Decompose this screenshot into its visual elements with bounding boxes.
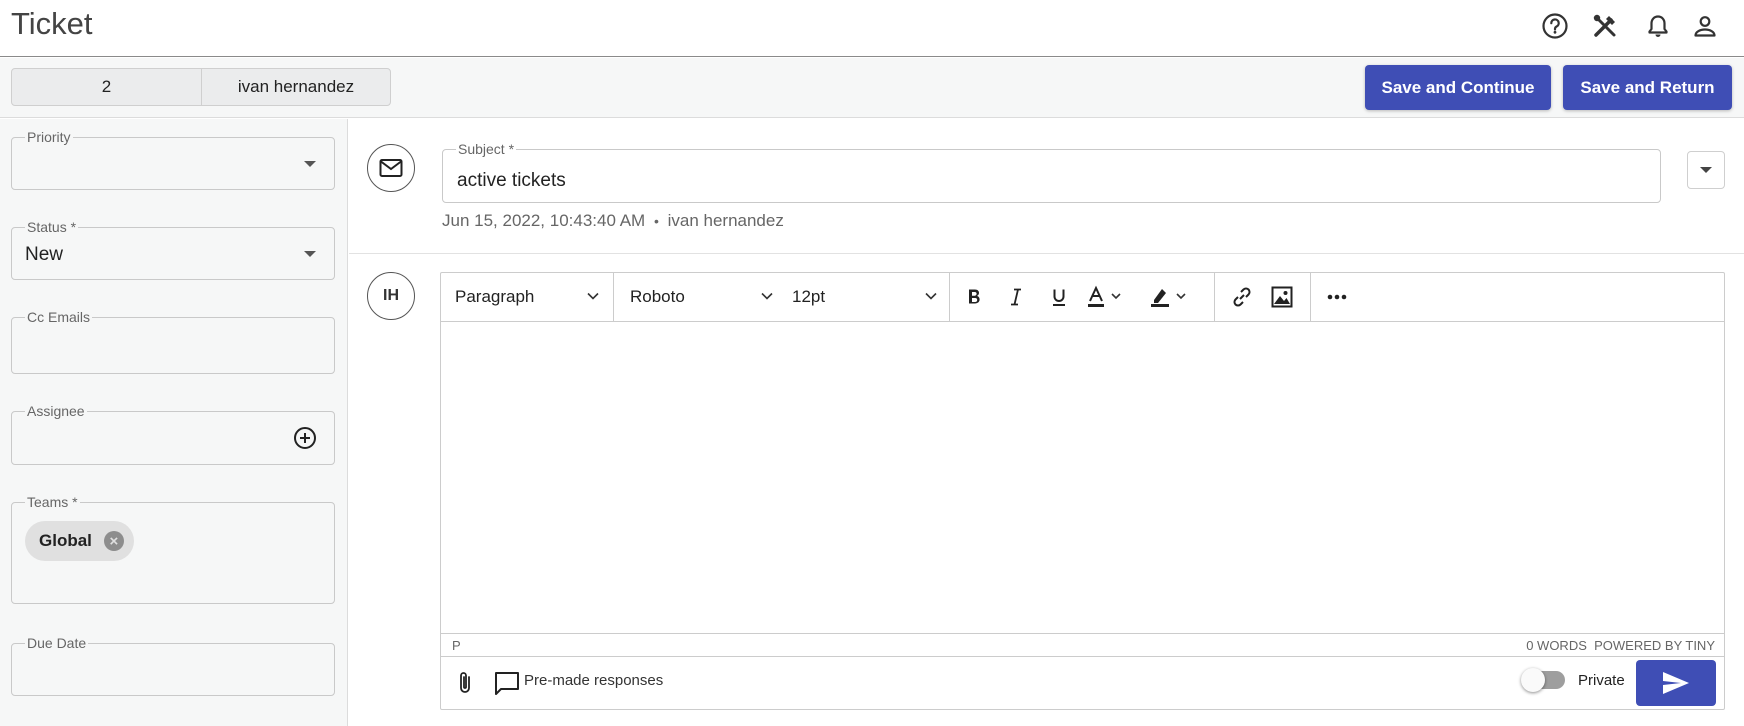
ticket-date: Jun 15, 2022, 10:43:40 AM [442,211,646,230]
ticket-author: ivan hernandez [667,211,784,230]
remove-chip-icon[interactable]: × [103,531,124,551]
powered-by-tiny[interactable]: POWERED BY TINY [1594,638,1715,653]
mail-icon [379,159,403,177]
highlight-color-icon[interactable] [1148,281,1196,313]
text-color-icon[interactable] [1085,281,1133,313]
help-icon[interactable] [1541,12,1569,40]
toggle-knob [1521,668,1545,692]
chevron-down-icon [925,292,937,300]
private-label: Private [1578,672,1625,689]
ticket-properties-sidebar: Priority Status * New Cc Emails Assignee… [0,119,348,726]
ticket-action-bar: 2 ivan hernandez Save and Continue Save … [0,58,1744,118]
italic-icon[interactable] [1000,281,1032,313]
status-label: Status * [25,219,79,235]
reply-footer: Pre-made responses Private [441,656,1724,709]
email-channel-avatar [367,144,415,192]
block-format-value: Paragraph [455,287,535,306]
reply-editor: Paragraph Roboto 12pt P 0 WORDS POWERED … [440,272,1725,710]
subject-field[interactable]: Subject * active tickets [442,141,1661,203]
underline-icon[interactable] [1043,281,1075,313]
user-avatar: IH [367,272,415,320]
assignee-label: Assignee [25,403,87,419]
teams-field[interactable]: Teams * Global × [11,494,335,604]
font-size-select[interactable]: 12pt [792,273,937,321]
private-toggle[interactable] [1521,668,1565,692]
premade-responses-icon[interactable] [493,669,521,702]
word-count: 0 WORDS [1526,638,1587,653]
team-chip-label: Global [39,531,92,550]
due-date-label: Due Date [25,635,89,651]
save-and-return-button[interactable]: Save and Return [1563,65,1732,110]
font-size-value: 12pt [792,287,826,306]
assignee-field[interactable]: Assignee [11,403,335,465]
subject-value: active tickets [457,170,566,191]
save-and-continue-button[interactable]: Save and Continue [1365,65,1551,110]
chevron-down-icon [304,161,316,167]
ticket-meta: Jun 15, 2022, 10:43:40 AM • ivan hernand… [442,211,784,231]
app-header: Ticket [0,0,1744,57]
block-format-select[interactable]: Paragraph [455,273,599,321]
image-icon[interactable] [1266,281,1298,313]
section-divider [349,253,1744,254]
editor-content-area[interactable] [441,322,1724,633]
font-family-value: Roboto [630,287,685,306]
status-select[interactable]: Status * New [11,219,335,280]
meta-separator: • [653,213,659,229]
ticket-number: 2 [12,69,202,105]
status-value: New [25,244,64,265]
ticket-main-panel: Subject * active tickets Jun 15, 2022, 1… [349,119,1744,726]
bold-icon[interactable] [958,281,990,313]
team-chip-global: Global × [25,521,134,561]
priority-select[interactable]: Priority [11,129,335,190]
attachment-icon[interactable] [456,670,474,701]
subject-label: Subject * [456,141,517,157]
add-assignee-icon[interactable] [293,426,317,450]
bell-icon[interactable] [1644,12,1672,40]
due-date-field[interactable]: Due Date [11,635,335,696]
send-button[interactable] [1636,660,1716,706]
link-icon[interactable] [1226,281,1258,313]
send-icon [1663,672,1689,694]
priority-label: Priority [25,129,73,145]
font-family-select[interactable]: Roboto [630,273,773,321]
ticket-options-dropdown[interactable] [1687,151,1725,189]
cc-emails-label: Cc Emails [25,309,93,325]
editor-statusbar: P 0 WORDS POWERED BY TINY [441,633,1724,655]
caret-down-icon [1700,167,1712,173]
editor-toolbar: Paragraph Roboto 12pt [441,273,1724,322]
teams-label: Teams * [25,494,80,510]
ticket-identity-group: 2 ivan hernandez [11,68,391,106]
account-icon[interactable] [1691,12,1719,40]
element-path[interactable]: P [452,638,461,653]
chevron-down-icon [304,251,316,257]
more-options-icon[interactable] [1321,281,1353,313]
cc-emails-field[interactable]: Cc Emails [11,309,335,374]
page-title: Ticket [11,6,93,41]
chevron-down-icon [587,292,599,300]
chevron-down-icon [761,292,773,300]
tools-icon[interactable] [1591,12,1619,40]
ticket-requester: ivan hernandez [237,77,355,96]
premade-responses-link[interactable]: Pre-made responses [524,672,663,689]
